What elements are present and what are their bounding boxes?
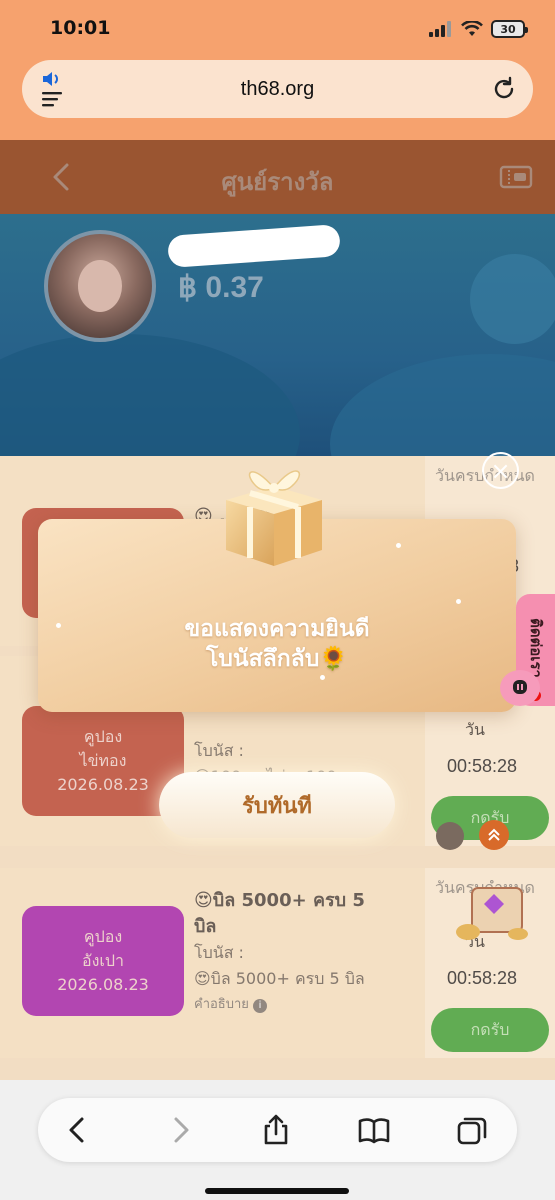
avatar[interactable] (44, 230, 156, 342)
profile-banner: ฿ 0.37 (0, 214, 555, 456)
wifi-icon (461, 21, 483, 36)
browser-forward-icon[interactable] (164, 1114, 196, 1146)
share-icon[interactable] (260, 1114, 292, 1146)
signal-icon (429, 21, 451, 37)
page-settings-icon[interactable] (40, 70, 70, 108)
contact-us-label: ติดต่อเรา (527, 618, 545, 678)
browser-bottom-bar (0, 1080, 555, 1200)
browser-nav (38, 1098, 517, 1162)
claim-now-button[interactable]: รับทันที (159, 772, 395, 838)
status-time: 10:01 (50, 17, 111, 39)
browser-back-icon[interactable] (62, 1114, 94, 1146)
page-title: ศูนย์รางวัล (221, 168, 334, 196)
redacted-username (167, 224, 341, 268)
ticket-icon[interactable] (499, 164, 533, 190)
scroll-top-button[interactable] (479, 820, 509, 850)
floating-button[interactable] (436, 822, 464, 850)
modal-subtitle: โบนัสลึกลับ🌻 (205, 646, 349, 672)
home-indicator (205, 1188, 349, 1194)
close-modal-button[interactable]: × (482, 452, 519, 489)
chat-icon[interactable] (500, 670, 540, 706)
battery-icon: 30 (491, 20, 528, 38)
app-header: ศูนย์รางวัล (0, 140, 555, 214)
gift-box-icon (226, 470, 322, 566)
tabs-icon[interactable] (456, 1114, 488, 1146)
browser-toolbar: th68.org (0, 58, 555, 140)
url-bar[interactable]: th68.org (22, 60, 533, 118)
reload-icon[interactable] (491, 76, 517, 102)
status-bar: 10:01 30 (0, 0, 555, 58)
status-icons: 30 (429, 20, 528, 38)
bookmarks-icon[interactable] (358, 1114, 390, 1146)
double-chevron-up-icon (488, 828, 500, 841)
chat-bubble-icon (513, 680, 527, 694)
url-text: th68.org (240, 77, 315, 100)
balance: ฿ 0.37 (178, 271, 264, 304)
